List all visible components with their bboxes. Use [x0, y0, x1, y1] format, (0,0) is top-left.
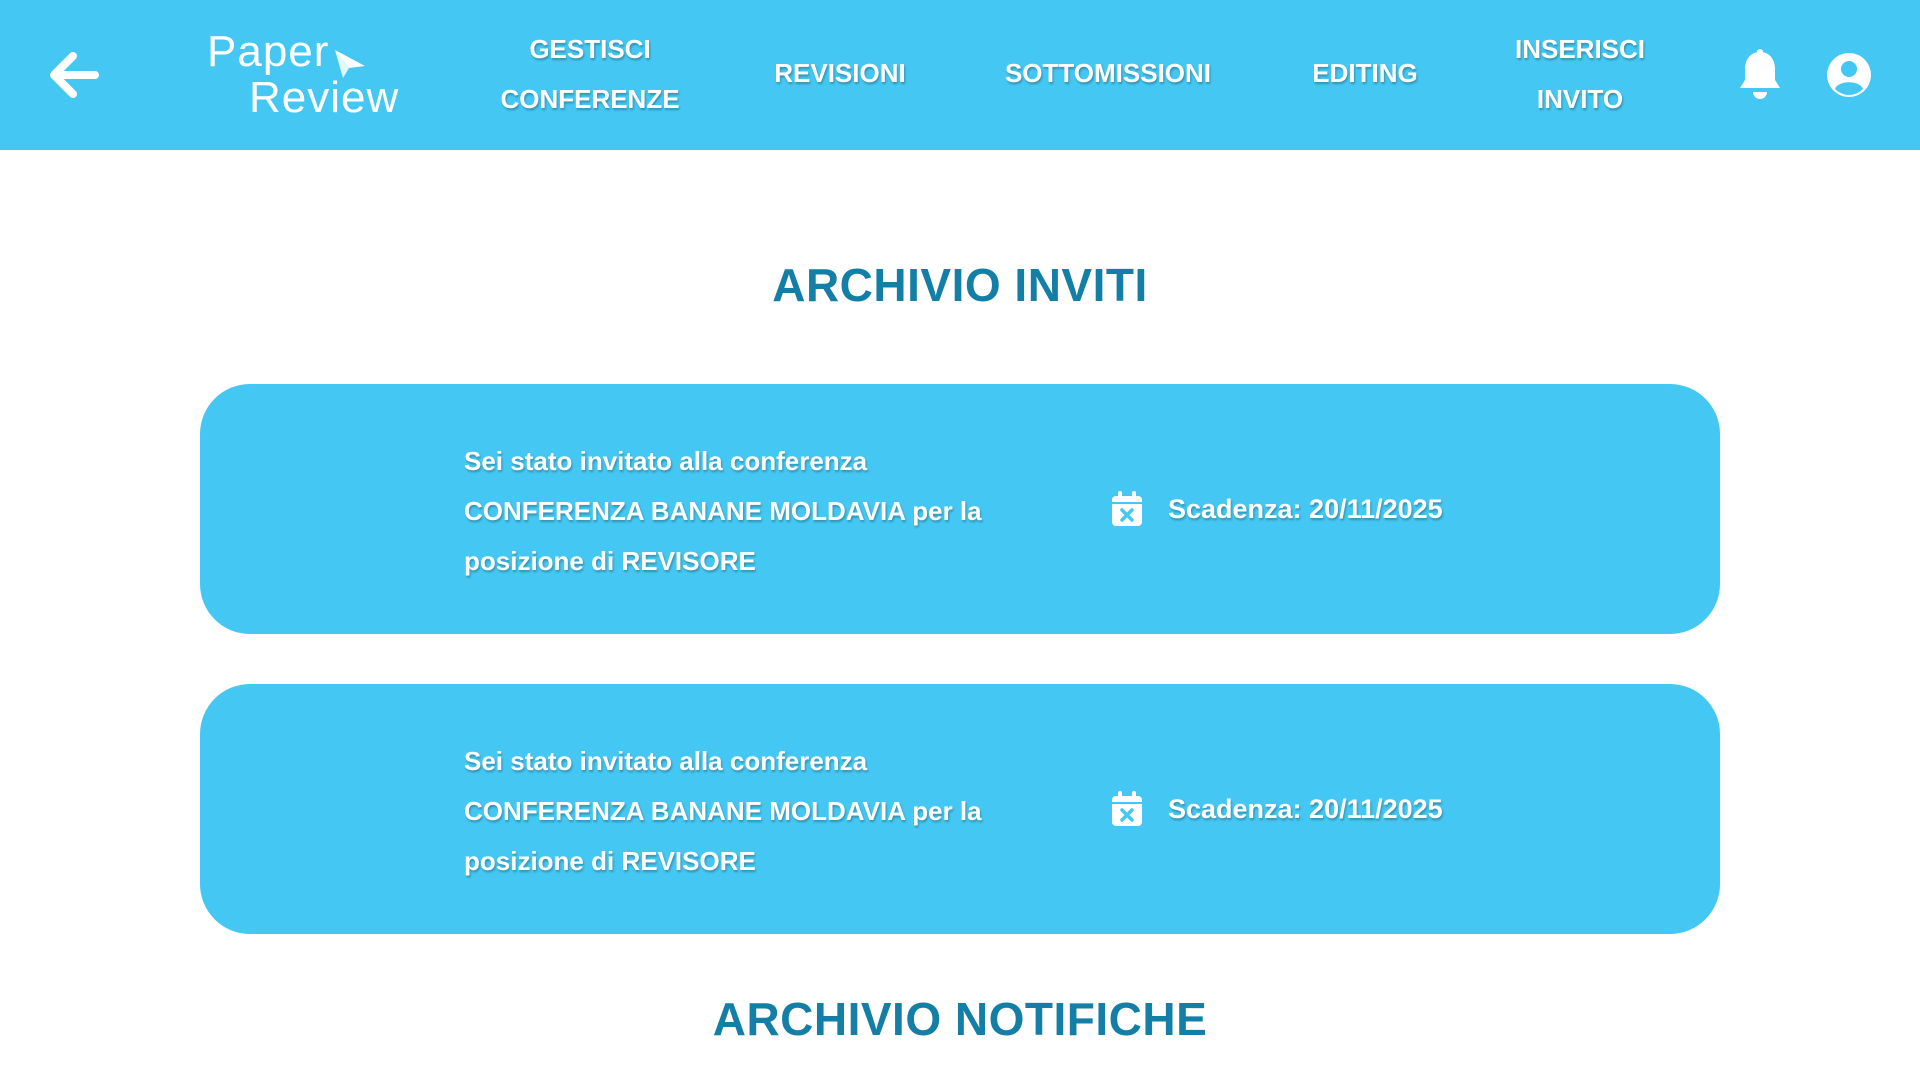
invite-message-line: posizione di REVISORE — [464, 846, 756, 876]
invite-message-line: CONFERENZA BANANE MOLDAVIA per la — [464, 496, 982, 526]
bell-icon — [1740, 49, 1780, 99]
user-circle-icon — [1827, 53, 1871, 97]
invite-message-line: Sei stato invitato alla conferenza — [464, 746, 868, 776]
nav-inserisci-label-2: INVITO — [1536, 84, 1624, 114]
section-title-notifiche: ARCHIVIO NOTIFICHE — [712, 993, 1208, 1045]
invite-message-line: Sei stato invitato alla conferenza — [464, 446, 868, 476]
invite-message: Sei stato invitato alla conferenza CONFE… — [464, 436, 1064, 586]
invite-card[interactable]: Sei stato invitato alla conferenza CONFE… — [200, 684, 1720, 934]
invite-card[interactable]: Sei stato invitato alla conferenza CONFE… — [200, 384, 1720, 634]
nav-gestisci-label-1: GESTISCI — [529, 34, 651, 64]
invite-deadline: Scadenza: 20/11/2025 — [1168, 494, 1443, 524]
invite-message-line: CONFERENZA BANANE MOLDAVIA per la — [464, 796, 982, 826]
invite-message-line: posizione di REVISORE — [464, 546, 756, 576]
top-navbar: Paper Review GESTISCI CONFERENZE REVISIO… — [0, 0, 1920, 150]
nav-editing[interactable]: EDITING — [1290, 48, 1440, 98]
nav-gestisci-label-2: CONFERENZE — [500, 84, 680, 114]
nav-inserisci-invito[interactable]: INSERISCI INVITO — [1500, 24, 1660, 124]
section-title-inviti: ARCHIVIO INVITI — [772, 259, 1148, 311]
paper-review-logo[interactable]: Paper Review — [205, 28, 405, 124]
logo-text-review: Review — [249, 73, 400, 122]
nav-sottomissioni[interactable]: SOTTOMISSIONI — [990, 48, 1226, 98]
back-button[interactable] — [44, 46, 104, 104]
arrow-left-icon — [50, 52, 99, 98]
invite-deadline: Scadenza: 20/11/2025 — [1168, 794, 1443, 824]
nav-gestisci-conferenze[interactable]: GESTISCI CONFERENZE — [490, 24, 690, 124]
nav-inserisci-label-1: INSERISCI — [1514, 34, 1646, 64]
logo-text-paper: Paper — [207, 27, 330, 76]
nav-revisioni[interactable]: REVISIONI — [760, 48, 920, 98]
invite-message: Sei stato invitato alla conferenza CONFE… — [464, 736, 1064, 886]
notifications-button[interactable] — [1736, 48, 1784, 102]
calendar-x-icon — [1112, 491, 1142, 526]
calendar-x-icon — [1112, 791, 1142, 826]
profile-button[interactable] — [1826, 52, 1872, 98]
